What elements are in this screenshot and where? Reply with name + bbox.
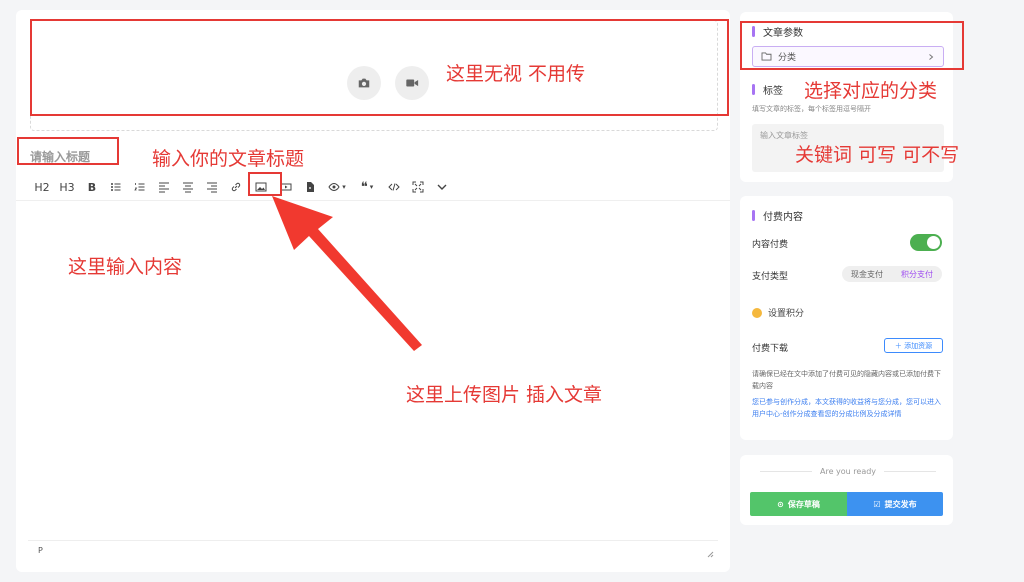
- editor-toolbar: H2 H3 B ▾ ❝ ▾: [30, 176, 454, 198]
- h3-button[interactable]: H3: [54, 176, 80, 198]
- fullscreen-button[interactable]: [406, 176, 430, 198]
- resize-handle-icon[interactable]: [706, 550, 714, 558]
- creator-share-note: 您已参与创作分成，本文获得的收益将与您分成，您可以进入用户中心-创作分成查看您的…: [752, 398, 941, 418]
- code-button[interactable]: [382, 176, 406, 198]
- chevron-down-icon: ▾: [369, 183, 374, 191]
- file-icon: [307, 182, 314, 192]
- category-annotation: 选择对应的分类: [804, 80, 938, 102]
- link-button[interactable]: [224, 176, 248, 198]
- pay-type-label: 支付类型: [752, 272, 789, 282]
- bullet-list-icon: [111, 183, 121, 191]
- save-circle-icon: ⊙: [777, 499, 784, 509]
- quote-button[interactable]: ❝ ▾: [352, 176, 382, 198]
- points-label: 设置积分: [768, 309, 805, 319]
- cover-highlight-box: [30, 19, 729, 116]
- keywords-annotation: 关键词 可写 可不写: [795, 144, 960, 166]
- submit-button[interactable]: ☑ 提交发布: [847, 492, 943, 516]
- align-right-button[interactable]: [200, 176, 224, 198]
- h2-button[interactable]: H2: [30, 176, 54, 198]
- toggle-knob: [927, 236, 940, 249]
- tags-title: 标签: [763, 86, 783, 97]
- align-left-button[interactable]: [152, 176, 176, 198]
- more-button[interactable]: [430, 176, 454, 198]
- coin-icon: [752, 307, 762, 318]
- image-button-highlight-box: [248, 172, 282, 196]
- bullet-list-button[interactable]: [104, 176, 128, 198]
- eye-icon: [328, 182, 340, 192]
- divider-line: [760, 471, 812, 472]
- align-center-button[interactable]: [176, 176, 200, 198]
- content-annotation: 这里输入内容: [68, 256, 183, 278]
- accent-bar: [752, 210, 755, 221]
- save-draft-label: 保存草稿: [787, 499, 820, 509]
- align-left-icon: [159, 182, 169, 193]
- chevron-down-icon: [437, 184, 447, 190]
- numbered-list-icon: [134, 183, 145, 191]
- numbered-list-button[interactable]: [128, 176, 152, 198]
- title-highlight-box: [17, 137, 119, 165]
- editor-status-bar: P: [28, 540, 718, 562]
- publish-card: Are you ready ⊙ 保存草稿 ☑ 提交发布: [740, 455, 953, 525]
- element-path: P: [38, 546, 43, 555]
- paid-content-heading: 付费内容: [752, 208, 803, 223]
- save-draft-button[interactable]: ⊙ 保存草稿: [750, 492, 847, 516]
- title-annotation: 输入你的文章标题: [152, 148, 305, 170]
- chevron-down-icon: ▾: [342, 183, 346, 191]
- divider-line: [884, 471, 937, 472]
- link-icon: [231, 182, 241, 192]
- paid-note: 请确保已经在文中添加了付费可见的隐藏内容或已添加付费下载内容: [752, 370, 941, 390]
- points-setting[interactable]: 设置积分: [752, 306, 804, 319]
- fullscreen-icon: [412, 181, 424, 193]
- cover-annotation: 这里无视 不用传: [446, 63, 586, 85]
- quote-icon: ❝: [360, 179, 368, 195]
- pay-type-switch: 现金支付 积分支付: [842, 266, 942, 282]
- category-highlight-box: [740, 21, 964, 70]
- visibility-button[interactable]: ▾: [322, 176, 352, 198]
- paid-content-title: 付费内容: [763, 212, 803, 223]
- paid-content-card: 付费内容 内容付费 支付类型 现金支付 积分支付 设置积分 付费下载 ＋ 添加资…: [740, 196, 953, 440]
- tags-heading: 标签: [752, 82, 783, 97]
- check-square-icon: ☑: [873, 499, 881, 509]
- content-paid-label: 内容付费: [752, 240, 789, 250]
- content-paid-toggle[interactable]: [910, 234, 942, 251]
- pay-option-cash[interactable]: 现金支付: [842, 269, 892, 280]
- upload-annotation: 这里上传图片 插入文章: [406, 384, 603, 406]
- bold-button[interactable]: B: [80, 176, 104, 198]
- ready-text: Are you ready: [819, 467, 877, 476]
- ready-divider: Are you ready: [760, 467, 937, 476]
- accent-bar: [752, 84, 755, 95]
- insert-file-button[interactable]: [298, 176, 322, 198]
- code-icon: [388, 183, 400, 191]
- tags-help-text: 填写文章的标签，每个标签用逗号隔开: [752, 105, 871, 113]
- add-resource-button[interactable]: ＋ 添加资源: [884, 338, 943, 353]
- toolbar-divider: [16, 200, 730, 201]
- align-center-icon: [183, 182, 193, 193]
- pay-option-points[interactable]: 积分支付: [892, 269, 942, 280]
- align-right-icon: [207, 182, 217, 193]
- download-label: 付费下载: [752, 344, 789, 354]
- submit-label: 提交发布: [884, 499, 917, 509]
